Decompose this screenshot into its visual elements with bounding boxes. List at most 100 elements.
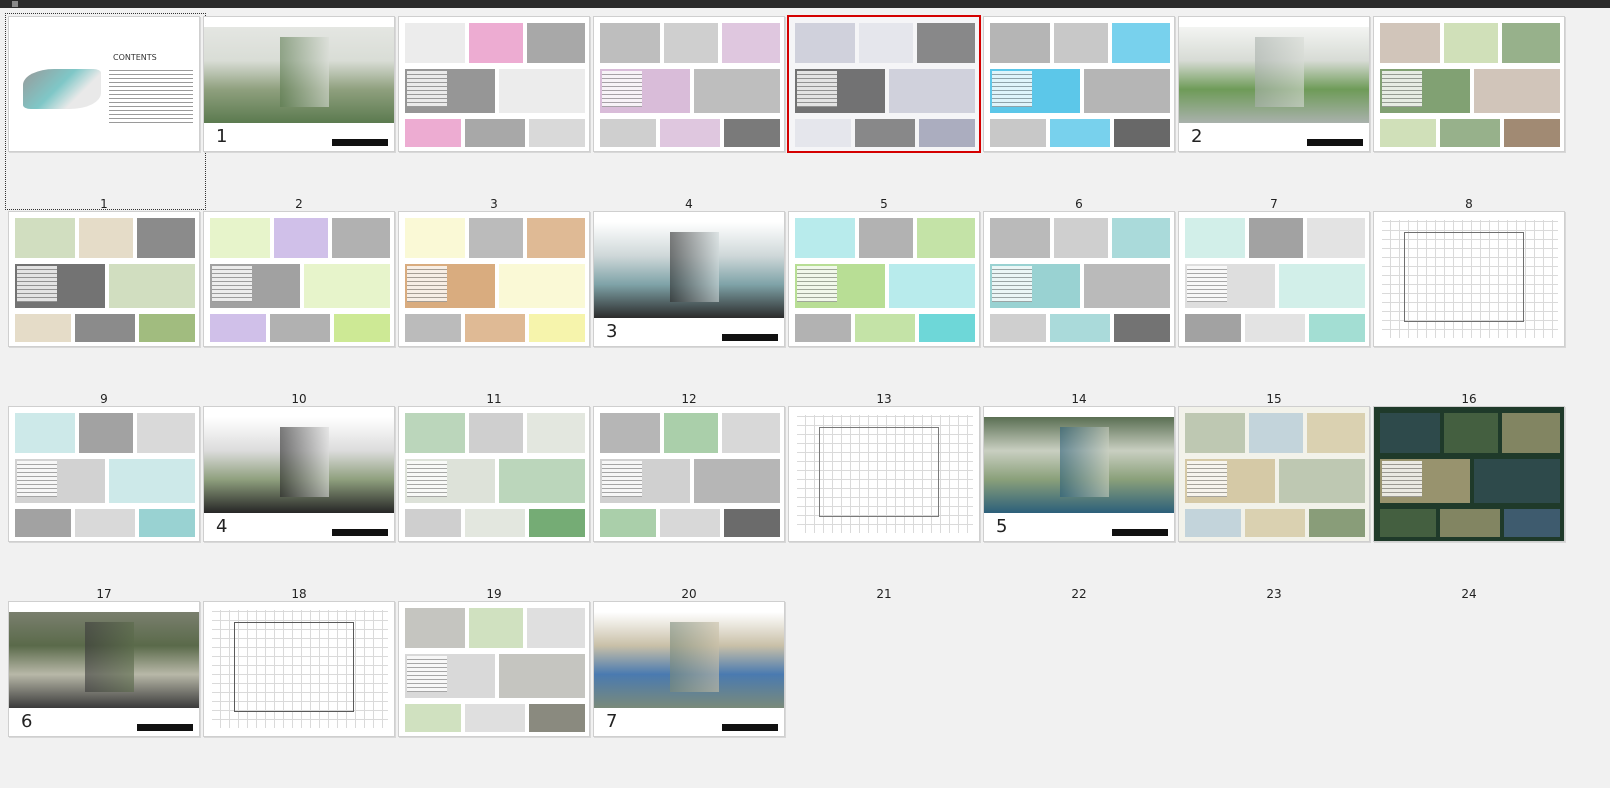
sheet-panel — [529, 119, 585, 147]
sheet-text — [1382, 71, 1422, 107]
sheet-panel — [529, 314, 585, 342]
sheet-panel — [332, 218, 390, 258]
sheet-panel — [109, 459, 195, 503]
page-thumbnail[interactable] — [983, 211, 1175, 347]
sheet-panel — [334, 314, 390, 342]
section-number: 4 — [216, 516, 228, 537]
page-thumbnail[interactable] — [593, 406, 785, 542]
cover-building — [1255, 37, 1305, 107]
page-thumbnail[interactable] — [398, 211, 590, 347]
page-number-label: 23 — [1266, 587, 1282, 601]
sheet-panel — [1185, 314, 1241, 342]
plan-outline — [1404, 232, 1524, 322]
page-number-label: 1 — [100, 197, 108, 211]
page-number-label: 18 — [291, 587, 307, 601]
sheet-panel — [465, 509, 525, 537]
section-number: 1 — [216, 126, 228, 147]
page-thumbnail[interactable]: 4 — [203, 406, 395, 542]
sheet-panel — [529, 704, 585, 732]
page-thumbnail[interactable] — [983, 16, 1175, 152]
sheet-panel — [795, 314, 851, 342]
sheet-panel — [1444, 413, 1498, 453]
page-thumbnail[interactable] — [203, 601, 395, 737]
page-thumbnail[interactable] — [787, 15, 981, 153]
page-slot — [780, 8, 981, 203]
sheet-panel — [274, 218, 328, 258]
page-number-label: 9 — [100, 392, 108, 406]
page-thumbnail[interactable] — [398, 601, 590, 737]
sheet-panel — [527, 413, 585, 453]
sheet-text — [992, 71, 1032, 107]
page-thumbnail[interactable] — [1178, 406, 1370, 542]
page-slot: 6 — [0, 593, 200, 788]
page-number-label: 19 — [486, 587, 502, 601]
sheet-panel — [889, 69, 975, 113]
sheet-panel — [1245, 314, 1305, 342]
contents-image — [23, 69, 101, 109]
page-thumbnail[interactable]: 3 — [593, 211, 785, 347]
sheet-panel — [1185, 509, 1241, 537]
plan-outline — [819, 427, 939, 517]
page-thumbnail[interactable]: 1 — [203, 16, 395, 152]
cover-building — [280, 427, 330, 497]
page-thumbnail[interactable] — [593, 16, 785, 152]
page-thumbnail[interactable] — [8, 406, 200, 542]
sheet-panel — [469, 413, 523, 453]
page-slot — [780, 398, 980, 593]
sheet-panel — [469, 608, 523, 648]
sheet-panel — [1504, 509, 1560, 537]
sheet-panel — [600, 509, 656, 537]
sheet-panel — [795, 119, 851, 147]
sheet-panel — [1380, 23, 1440, 63]
sheet-panel — [664, 413, 718, 453]
page-thumbnail[interactable] — [788, 406, 980, 542]
page-number-label: 7 — [1270, 197, 1278, 211]
sheet-panel — [660, 119, 720, 147]
page-thumbnail[interactable]: 7 — [593, 601, 785, 737]
page-thumbnail[interactable] — [398, 16, 590, 152]
page-thumbnail[interactable] — [788, 211, 980, 347]
page-thumbnail[interactable]: 5 — [983, 406, 1175, 542]
page-thumbnail[interactable] — [398, 406, 590, 542]
sheet-panel — [139, 509, 195, 537]
app-icon — [12, 1, 18, 7]
sheet-panel — [1307, 218, 1365, 258]
sheet-panel — [405, 119, 461, 147]
page-slot: 2 — [1170, 8, 1370, 203]
sheet-panel — [1440, 509, 1500, 537]
sheet-panel — [405, 23, 465, 63]
sheet-panel — [527, 218, 585, 258]
page-number-label: 14 — [1071, 392, 1087, 406]
sheet-panel — [1185, 413, 1245, 453]
sheet-panel — [919, 119, 975, 147]
page-number-label: 4 — [685, 197, 693, 211]
sheet-panel — [405, 413, 465, 453]
sheet-panel — [270, 314, 330, 342]
page-slot — [390, 203, 590, 398]
sheet-panel — [724, 119, 780, 147]
sheet-panel — [1279, 459, 1365, 503]
page-thumbnail[interactable]: 6 — [8, 601, 200, 737]
page-number-label: 16 — [1461, 392, 1477, 406]
sheet-panel — [405, 314, 461, 342]
page-thumbnail[interactable] — [1373, 16, 1565, 152]
sheet-panel — [1440, 119, 1500, 147]
page-thumbnail[interactable] — [1373, 406, 1565, 542]
sheet-panel — [499, 654, 585, 698]
sheet-panel — [1309, 314, 1365, 342]
page-thumbnail[interactable] — [1178, 211, 1370, 347]
sheet-panel — [990, 314, 1046, 342]
page-slot — [1170, 593, 1370, 788]
sheet-panel — [1307, 413, 1365, 453]
sheet-panel — [600, 23, 660, 63]
page-thumbnail[interactable]: 2 — [1178, 16, 1370, 152]
page-slot — [975, 203, 1175, 398]
page-thumbnail[interactable] — [1373, 211, 1565, 347]
page-thumbnail[interactable] — [203, 211, 395, 347]
page-thumbnail[interactable] — [8, 211, 200, 347]
sheet-panel — [1504, 119, 1560, 147]
page-thumbnail[interactable]: CONTENTS — [8, 16, 200, 152]
page-slot: 4 — [195, 398, 395, 593]
page-number-label: 6 — [1075, 197, 1083, 211]
sheet-text — [407, 656, 447, 692]
